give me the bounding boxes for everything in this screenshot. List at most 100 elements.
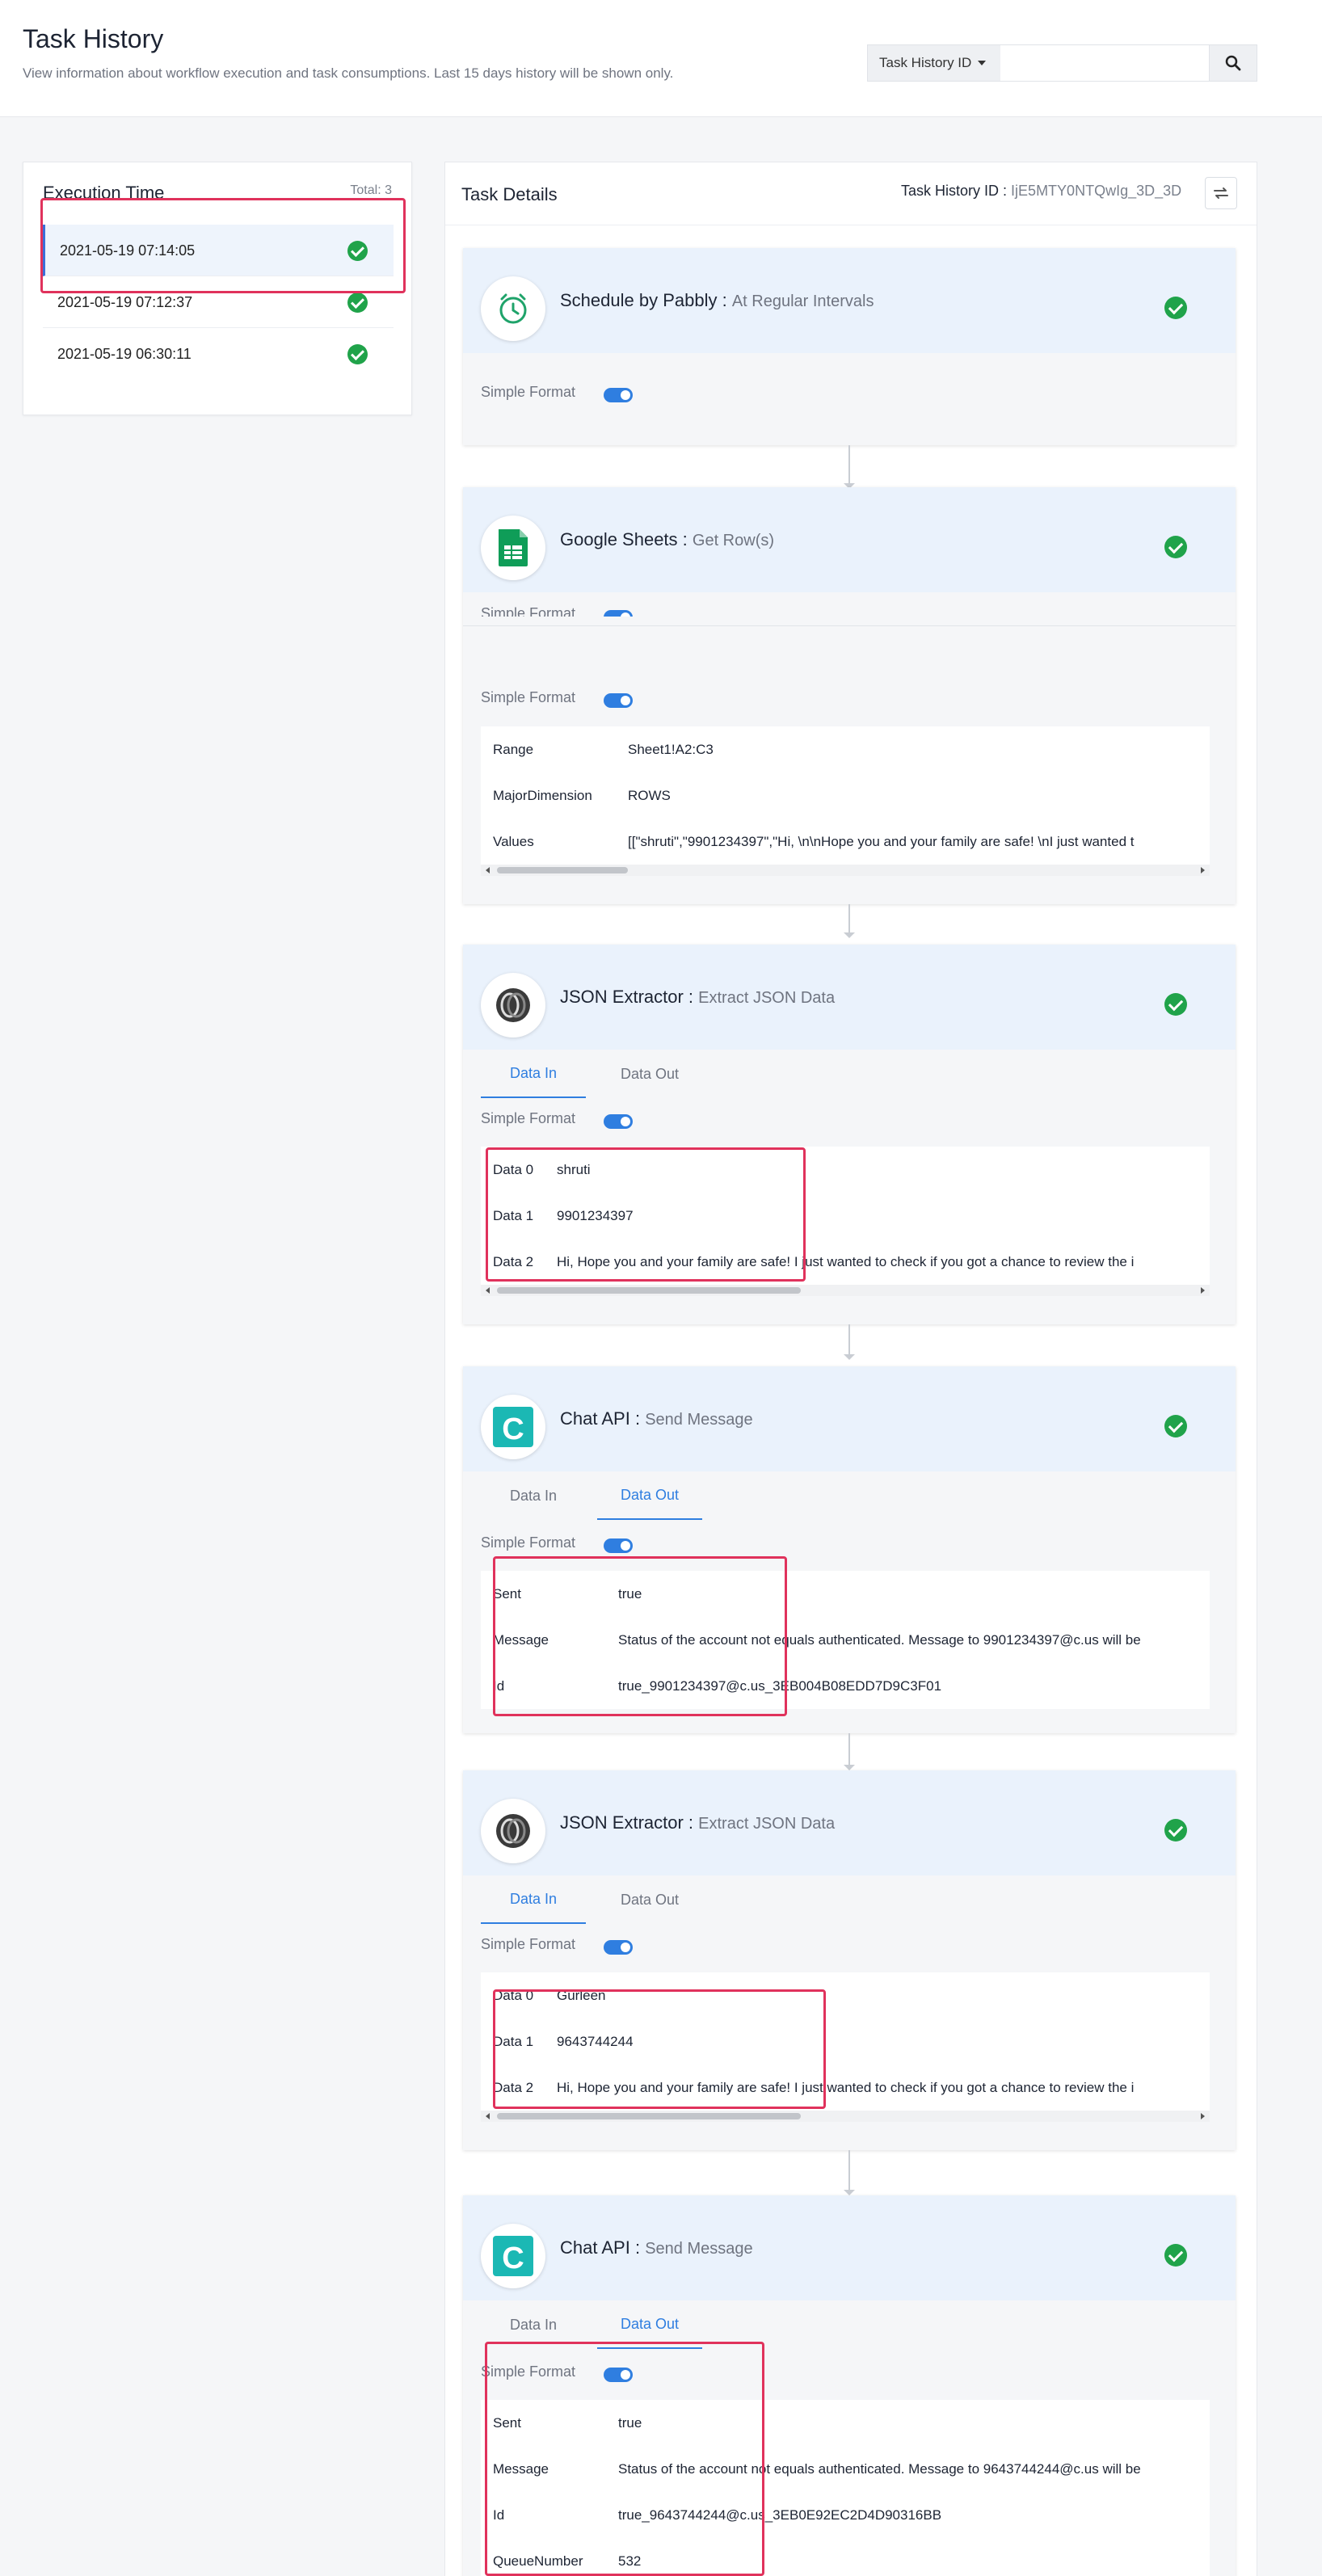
execution-row[interactable]: 2021-05-19 07:14:05: [43, 225, 394, 276]
output-table: Data 0 Gurleen Data 1 9643744244 Data 2 …: [481, 1972, 1210, 2111]
action-name: Send Message: [645, 2240, 753, 2258]
simple-format-toggle[interactable]: [604, 388, 633, 402]
task-details-header: Task Details Task History ID : IjE5MTY0N…: [445, 162, 1257, 225]
execution-time: 2021-05-19 06:30:11: [57, 346, 192, 362]
app-name: JSON Extractor: [560, 987, 684, 1007]
simple-format-toggle[interactable]: [604, 693, 633, 708]
simple-format-label: Simple Format: [481, 1936, 576, 1952]
task-history-id-label: Task History ID :: [901, 183, 1008, 199]
scroll-right-icon: [1201, 2113, 1205, 2119]
row-key: Data 2: [493, 1254, 534, 1269]
table-row: MajorDimension ROWS: [481, 772, 1210, 819]
step-connector: [844, 2150, 855, 2195]
app-name: Schedule by Pabbly: [560, 290, 718, 310]
simple-format-toggle[interactable]: [604, 1940, 633, 1955]
step-header: JSON Extractor : Extract JSON Data: [463, 945, 1236, 1050]
scrollbar-thumb[interactable]: [497, 1287, 801, 1294]
execution-time-panel: Execution Time Total: 3 2021-05-19 07:14…: [23, 162, 412, 415]
step-connector: [844, 1324, 855, 1360]
table-row: QueueNumber 532: [481, 2538, 1210, 2576]
row-key: Id: [493, 2507, 505, 2523]
success-check-icon: [1164, 993, 1187, 1016]
search-input[interactable]: [1000, 45, 1209, 81]
horizontal-scrollbar[interactable]: [481, 865, 1210, 876]
horizontal-scrollbar[interactable]: [481, 2111, 1210, 2122]
json-logo-icon: [496, 988, 530, 1022]
row-key: Data 1: [493, 1208, 534, 1223]
task-history-id-value: IjE5MTY0NTQwIg_3D_3D: [1011, 183, 1182, 199]
app-logo: [481, 516, 545, 580]
success-check-icon: [347, 241, 368, 261]
action-name: Extract JSON Data: [698, 989, 836, 1007]
output-table: Sent true Message Status of the account …: [481, 1571, 1210, 1709]
scroll-right-icon: [1201, 1287, 1205, 1294]
step-json-extractor: JSON Extractor : Extract JSON Data Data …: [463, 945, 1236, 1324]
row-key: Sent: [493, 1586, 521, 1602]
step-google-sheets: Google Sheets : Get Row(s) Simple Format…: [463, 487, 1236, 904]
row-key: Id: [493, 1678, 505, 1694]
simple-format-toggle[interactable]: [604, 2368, 633, 2382]
row-value: true: [618, 1586, 642, 1602]
step-json-extractor: JSON Extractor : Extract JSON Data Data …: [463, 1770, 1236, 2150]
search-button[interactable]: [1209, 45, 1257, 81]
scroll-right-icon: [1201, 867, 1205, 873]
page-subtitle: View information about workflow executio…: [23, 65, 674, 81]
app-name: Google Sheets: [560, 529, 678, 549]
table-row: Values [["shruti","9901234397","Hi, \n\n…: [481, 819, 1210, 865]
task-history-id: Task History ID : IjE5MTY0NTQwIg_3D_3D: [901, 183, 1181, 200]
tab-data-out[interactable]: Data Out: [597, 2300, 702, 2349]
tab-data-in[interactable]: Data In: [481, 1050, 586, 1098]
horizontal-scrollbar[interactable]: [481, 1285, 1210, 1296]
task-details-panel: Task Details Task History ID : IjE5MTY0N…: [444, 162, 1257, 2576]
app-logo: C: [481, 2224, 545, 2288]
tab-data-in[interactable]: Data In: [481, 1875, 586, 1924]
tab-data-out[interactable]: Data Out: [597, 1875, 702, 1924]
scrollbar-thumb[interactable]: [497, 867, 628, 873]
action-name: Extract JSON Data: [698, 1815, 836, 1833]
search-type-dropdown[interactable]: Task History ID: [868, 45, 1000, 81]
tab-data-in[interactable]: Data In: [481, 2300, 586, 2349]
app-logo: [481, 973, 545, 1038]
refresh-button[interactable]: [1205, 177, 1237, 209]
action-name: At Regular Intervals: [731, 293, 874, 310]
simple-format-label: Simple Format: [481, 607, 576, 617]
table-row: Data 2 Hi, Hope you and your family are …: [481, 1239, 1210, 1285]
row-value: Sheet1!A2:C3: [628, 742, 714, 757]
step-header: C Chat API : Send Message: [463, 2195, 1236, 2300]
execution-time-title: Execution Time: [43, 183, 165, 203]
clipped-simple-format-row: Simple Format: [463, 607, 1236, 617]
row-key: MajorDimension: [493, 788, 592, 803]
execution-row[interactable]: 2021-05-19 07:12:37: [43, 276, 394, 328]
row-value: Hi, Hope you and your family are safe! I…: [557, 2080, 1135, 2095]
step-connector: [844, 904, 855, 938]
table-row: Data 1 9643744244: [481, 2018, 1210, 2065]
google-sheets-icon: [499, 529, 528, 566]
row-key: Message: [493, 2461, 549, 2477]
row-key: Message: [493, 1632, 549, 1648]
row-key: Data 2: [493, 2080, 534, 2095]
output-table: Range Sheet1!A2:C3 MajorDimension ROWS V…: [481, 726, 1210, 865]
simple-format-toggle[interactable]: [604, 1538, 633, 1553]
row-key: Sent: [493, 2415, 521, 2431]
step-header: JSON Extractor : Extract JSON Data: [463, 1770, 1236, 1875]
execution-row[interactable]: 2021-05-19 06:30:11: [43, 328, 394, 380]
tab-data-out[interactable]: Data Out: [597, 1050, 702, 1098]
tab-data-out[interactable]: Data Out: [597, 1471, 702, 1520]
page-title: Task History: [23, 24, 164, 53]
tab-data-in[interactable]: Data In: [481, 1471, 586, 1520]
action-name: Send Message: [645, 1411, 753, 1429]
step-connector: [844, 445, 855, 489]
row-value: 9643744244: [557, 2034, 634, 2049]
row-key: Data 0: [493, 1988, 534, 2003]
task-details-title: Task Details: [461, 184, 558, 204]
scrollbar-thumb[interactable]: [497, 2113, 801, 2119]
alarm-clock-icon: [499, 293, 527, 324]
step-header: Schedule by Pabbly : At Regular Interval…: [463, 248, 1236, 353]
row-value: true: [618, 2415, 642, 2431]
table-row: Data 0 Gurleen: [481, 1972, 1210, 2018]
simple-format-label: Simple Format: [481, 1534, 576, 1551]
row-key: QueueNumber: [493, 2553, 583, 2569]
table-row: Message Status of the account not equals…: [481, 1617, 1210, 1663]
simple-format-toggle[interactable]: [604, 1114, 633, 1129]
chat-api-logo-icon: C: [493, 2236, 533, 2276]
